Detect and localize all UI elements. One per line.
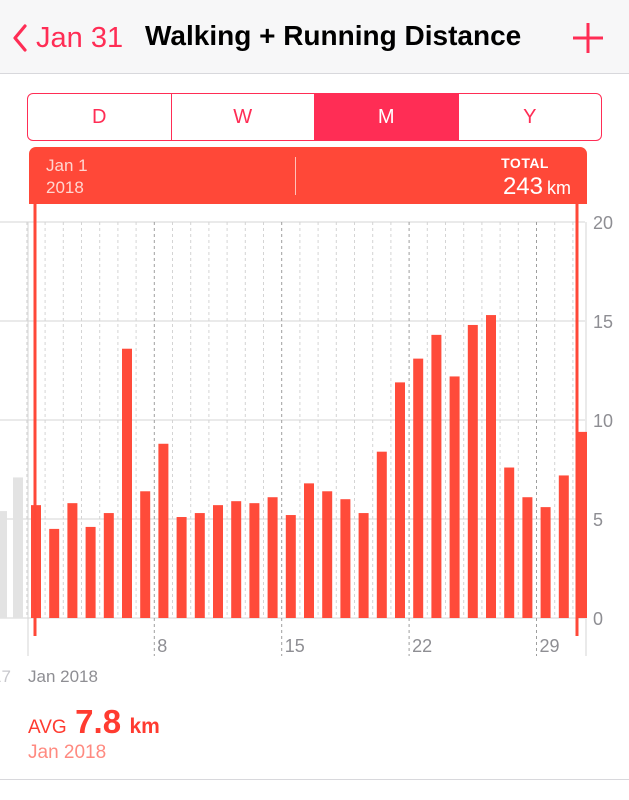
bar-day-30[interactable] bbox=[558, 475, 569, 618]
previous-period-bar bbox=[0, 511, 7, 618]
total-number: 243 bbox=[502, 173, 543, 200]
bar-day-22[interactable] bbox=[413, 358, 424, 618]
x-tick-label: 8 bbox=[157, 636, 167, 656]
segment-d[interactable]: D bbox=[28, 94, 171, 140]
previous-period-bar bbox=[13, 477, 23, 618]
segment-m[interactable]: M bbox=[314, 94, 458, 140]
x-tick-label: 29 bbox=[540, 636, 560, 656]
bar-day-9[interactable] bbox=[176, 517, 187, 618]
bar-day-20[interactable] bbox=[376, 451, 387, 618]
bar-day-26[interactable] bbox=[486, 315, 496, 618]
back-button-label: Jan 31 bbox=[36, 21, 124, 54]
bar-day-7[interactable] bbox=[140, 491, 151, 618]
y-tick-label: 20 bbox=[593, 213, 613, 233]
plus-icon[interactable] bbox=[570, 20, 606, 56]
bar-day-18[interactable] bbox=[340, 499, 351, 618]
bar-day-13[interactable] bbox=[249, 503, 260, 618]
bar-day-11[interactable] bbox=[213, 505, 223, 618]
bar-day-12[interactable] bbox=[231, 501, 242, 618]
navigation-bar: Jan 31 Walking + Running Distance bbox=[0, 0, 629, 74]
total-unit: km bbox=[547, 178, 571, 198]
bar-day-29[interactable] bbox=[540, 507, 551, 618]
chevron-left-icon bbox=[13, 24, 27, 52]
distance-bar-chart[interactable]: 0 5 10 15 20 8 15 22 29 bbox=[0, 204, 629, 664]
x-tick-label: 22 bbox=[412, 636, 432, 656]
time-range-segmented-control: DWMY bbox=[27, 93, 602, 141]
summary-year: 2018 bbox=[46, 178, 84, 197]
total-value: 243 km bbox=[503, 173, 571, 201]
y-tick-label: 5 bbox=[593, 510, 603, 530]
page-title: Walking + Running Distance bbox=[145, 20, 522, 51]
bar-day-10[interactable] bbox=[194, 513, 205, 618]
back-button[interactable]: Jan 31 bbox=[12, 18, 123, 58]
average-label: AVG bbox=[28, 717, 67, 738]
bar-day-16[interactable] bbox=[304, 483, 314, 618]
chart-month-label: Jan 2018 bbox=[28, 667, 98, 686]
average-value: 7.8 bbox=[75, 703, 122, 740]
bar-day-6[interactable] bbox=[122, 348, 132, 618]
bar-day-19[interactable] bbox=[358, 513, 369, 618]
bar-day-4[interactable] bbox=[85, 526, 96, 618]
selection-summary: Jan 1 2018 TOTAL 243 km bbox=[29, 147, 587, 204]
bar-day-14[interactable] bbox=[267, 497, 278, 618]
previous-period-label: 17 bbox=[0, 667, 11, 686]
bar-day-25[interactable] bbox=[467, 324, 478, 618]
bar-day-28[interactable] bbox=[522, 497, 533, 618]
bar-day-24[interactable] bbox=[449, 376, 460, 618]
total-label: TOTAL bbox=[501, 155, 549, 171]
bar-day-27[interactable] bbox=[504, 467, 515, 618]
segment-y[interactable]: Y bbox=[457, 94, 602, 140]
y-tick-label: 10 bbox=[593, 411, 613, 431]
bar-day-5[interactable] bbox=[103, 513, 114, 618]
bar-day-3[interactable] bbox=[67, 503, 78, 618]
y-tick-label: 0 bbox=[593, 609, 603, 629]
bar-day-23[interactable] bbox=[431, 334, 442, 618]
x-tick-label: 15 bbox=[285, 636, 305, 656]
summary-date-range: Jan 1 bbox=[46, 156, 88, 175]
bar-day-8[interactable] bbox=[158, 443, 169, 618]
segment-w[interactable]: W bbox=[170, 94, 315, 140]
average-readout: AVG 7.8 km bbox=[28, 703, 160, 741]
summary-divider bbox=[295, 157, 296, 195]
average-period: Jan 2018 bbox=[28, 742, 107, 763]
average-unit: km bbox=[129, 715, 160, 738]
divider bbox=[0, 779, 629, 780]
y-tick-label: 15 bbox=[593, 312, 613, 332]
bar-day-15[interactable] bbox=[285, 515, 296, 618]
bar-day-2[interactable] bbox=[49, 528, 60, 618]
bar-day-17[interactable] bbox=[322, 491, 333, 618]
bar-day-21[interactable] bbox=[395, 382, 405, 618]
